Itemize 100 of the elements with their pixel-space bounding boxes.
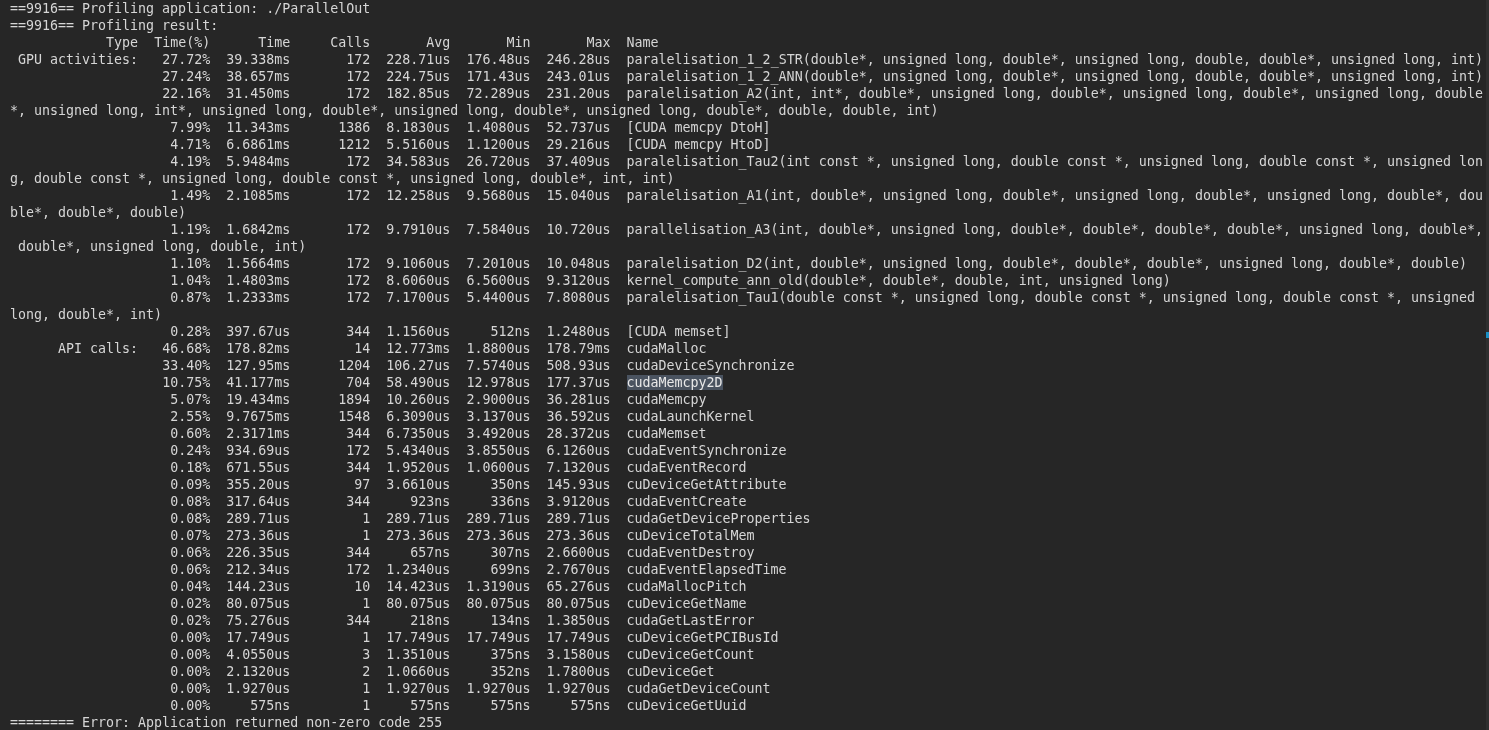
function-name: cuDeviceGetUuid bbox=[626, 698, 747, 713]
function-name: [CUDA memcpy DtoH] bbox=[626, 120, 771, 135]
table-cell: 704 bbox=[346, 375, 371, 390]
function-name: kernel_compute_ann_old(double*, double*, double, int, unsigned long) bbox=[626, 273, 1171, 288]
function-name: cudaMallocPitch bbox=[626, 579, 747, 594]
column-header: Min bbox=[506, 35, 531, 50]
table-cell: 11.343ms bbox=[226, 120, 291, 135]
table-cell: 0.18% bbox=[170, 460, 211, 475]
table-cell: 0.06% bbox=[170, 545, 211, 560]
function-name: cudaGetDeviceCount bbox=[626, 681, 771, 696]
table-cell: 1.2340us bbox=[386, 562, 451, 577]
table-cell: 7.1320us bbox=[546, 460, 611, 475]
table-cell: 5.4400us bbox=[466, 290, 531, 305]
table-cell: 0.04% bbox=[170, 579, 211, 594]
function-name: cudaMalloc bbox=[626, 341, 707, 356]
table-cell: 3.4920us bbox=[466, 426, 531, 441]
console-line: ==9916== Profiling application: ./ParallelOut bbox=[10, 1, 371, 16]
function-name: paralelisation_1_2_ANN(double*, unsigned long, double*, unsigned long, double, double*, unsigned long, int) bbox=[626, 69, 1484, 84]
table-cell: 0.00% bbox=[170, 630, 211, 645]
table-cell: 1.9270us bbox=[546, 681, 611, 696]
table-cell: 1.9270us bbox=[386, 681, 451, 696]
table-cell: 1.9520us bbox=[386, 460, 451, 475]
table-cell: 923ns bbox=[410, 494, 451, 509]
table-cell: 172 bbox=[346, 443, 371, 458]
table-cell: 273.36us bbox=[386, 528, 451, 543]
table-cell: 172 bbox=[346, 256, 371, 271]
table-cell: 37.409us bbox=[546, 154, 611, 169]
table-cell: 1.8800us bbox=[466, 341, 531, 356]
table-cell: 172 bbox=[346, 154, 371, 169]
table-cell: 172 bbox=[346, 52, 371, 67]
table-cell: 5.4340us bbox=[386, 443, 451, 458]
table-cell: 65.276us bbox=[546, 579, 611, 594]
column-header: Max bbox=[586, 35, 611, 50]
table-cell: 3.6610us bbox=[386, 477, 451, 492]
table-cell: 80.075us bbox=[226, 596, 291, 611]
function-name-continuation: *, unsigned long, int*, unsigned long, double*, unsigned long, double*, unsigned long, double*, double, double, int) bbox=[10, 103, 939, 118]
table-cell: 27.24% bbox=[162, 69, 211, 84]
column-header: Time bbox=[258, 35, 291, 50]
function-name-continuation: ble*, double*, double) bbox=[10, 205, 187, 220]
table-cell: 33.40% bbox=[162, 358, 211, 373]
table-cell: 1386 bbox=[338, 120, 371, 135]
column-header: Calls bbox=[330, 35, 371, 50]
table-cell: 1.9270us bbox=[466, 681, 531, 696]
table-cell: 508.93us bbox=[546, 358, 611, 373]
table-cell: 7.5840us bbox=[466, 222, 531, 237]
table-cell: 212.34us bbox=[226, 562, 291, 577]
function-name: cudaEventRecord bbox=[626, 460, 747, 475]
table-cell: 22.16% bbox=[162, 86, 211, 101]
console-line: ==9916== Profiling result: bbox=[10, 18, 219, 33]
table-cell: 1.2333ms bbox=[226, 290, 291, 305]
function-name-continuation: g, double const *, unsigned long, double const *, unsigned long, double*, int, int) bbox=[10, 171, 675, 186]
table-cell: 6.1260us bbox=[546, 443, 611, 458]
function-name-continuation: long, double*, int) bbox=[10, 307, 163, 322]
table-cell: 350ns bbox=[490, 477, 531, 492]
table-cell: 144.23us bbox=[226, 579, 291, 594]
table-cell: 17.749us bbox=[466, 630, 531, 645]
table-cell: 5.9484ms bbox=[226, 154, 291, 169]
table-cell: 0.00% bbox=[170, 698, 211, 713]
table-cell: 243.01us bbox=[546, 69, 611, 84]
table-cell: 9.5680us bbox=[466, 188, 531, 203]
table-cell: 1548 bbox=[338, 409, 371, 424]
table-cell: 17.749us bbox=[226, 630, 291, 645]
table-cell: 10.720us bbox=[546, 222, 611, 237]
table-cell: 38.657ms bbox=[226, 69, 291, 84]
table-cell: 3.1580us bbox=[546, 647, 611, 662]
table-cell: 178.82ms bbox=[226, 341, 291, 356]
table-cell: 17.749us bbox=[386, 630, 451, 645]
function-name: paralelisation_D2(int, double*, unsigned long, double*, double*, double*, unsigned long, double*, double) bbox=[626, 256, 1468, 271]
function-name: cuDeviceGetAttribute bbox=[626, 477, 787, 492]
table-cell: 6.6861ms bbox=[226, 137, 291, 152]
table-cell: 307ns bbox=[490, 545, 531, 560]
table-cell: 0.00% bbox=[170, 681, 211, 696]
table-cell: 26.720us bbox=[466, 154, 531, 169]
table-cell: 80.075us bbox=[466, 596, 531, 611]
function-name: cudaEventElapsedTime bbox=[626, 562, 787, 577]
table-cell: 106.27us bbox=[386, 358, 451, 373]
table-cell: 1 bbox=[362, 528, 371, 543]
table-cell: 14.423us bbox=[386, 579, 451, 594]
table-cell: 0.02% bbox=[170, 613, 211, 628]
table-cell: 575ns bbox=[490, 698, 531, 713]
table-cell: 172 bbox=[346, 290, 371, 305]
function-name: paralelisation_A2(int, int*, double*, unsigned long, double*, unsigned long, double*, unsigned long, double bbox=[626, 86, 1484, 101]
table-cell: 0.00% bbox=[170, 664, 211, 679]
table-cell: 36.592us bbox=[546, 409, 611, 424]
table-cell: 336ns bbox=[490, 494, 531, 509]
table-cell: 5.5160us bbox=[386, 137, 451, 152]
table-cell: 224.75us bbox=[386, 69, 451, 84]
table-cell: 3.1370us bbox=[466, 409, 531, 424]
scrollbar-marker bbox=[1486, 332, 1489, 338]
table-cell: 134ns bbox=[490, 613, 531, 628]
table-cell: 17.749us bbox=[546, 630, 611, 645]
table-cell: 2.1085ms bbox=[226, 188, 291, 203]
table-cell: 1.5664ms bbox=[226, 256, 291, 271]
table-cell: 1.0660us bbox=[386, 664, 451, 679]
table-cell: 97 bbox=[354, 477, 371, 492]
table-cell: 1894 bbox=[338, 392, 371, 407]
table-cell: 289.71us bbox=[226, 511, 291, 526]
group-label: GPU activities: bbox=[18, 52, 139, 67]
table-cell: 7.1700us bbox=[386, 290, 451, 305]
table-cell: 1 bbox=[362, 596, 371, 611]
